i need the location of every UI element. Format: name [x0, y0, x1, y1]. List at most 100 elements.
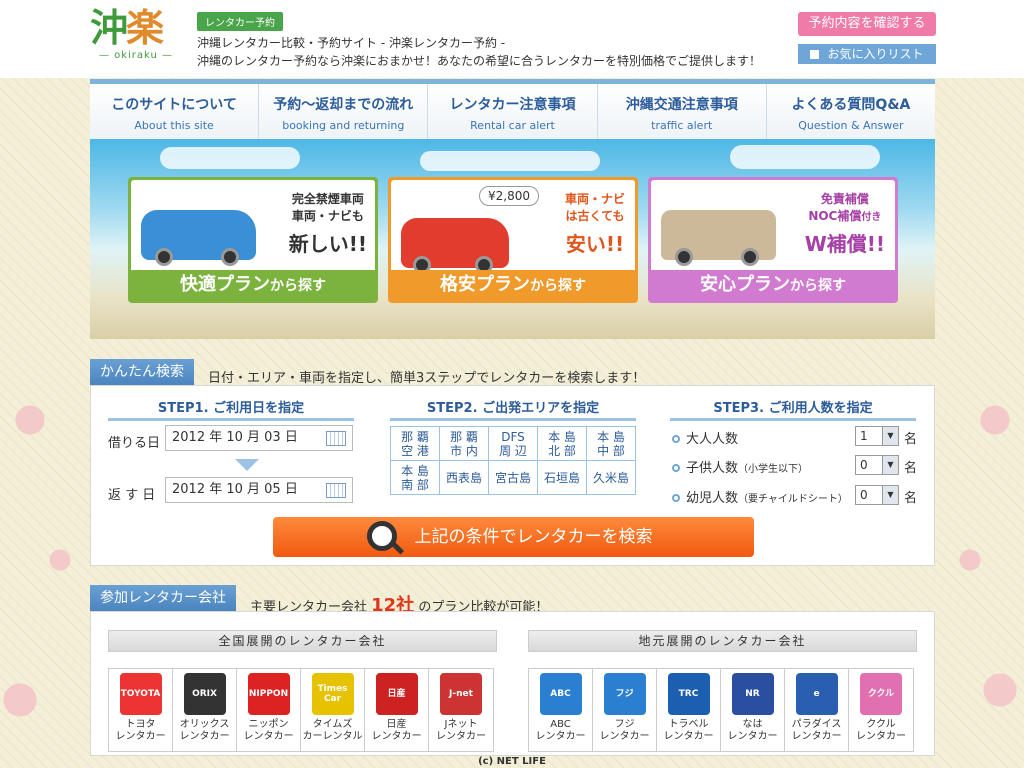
children-text: 子供人数: [686, 461, 739, 476]
national-company-4[interactable]: 日産 日産 レンタカー: [365, 669, 429, 751]
nav-item-traffic-alert[interactable]: 沖縄交通注意事項 traffic alert: [598, 84, 767, 139]
favorites-label: お気に入りリスト: [827, 47, 924, 61]
return-date-label: 返 す 日: [108, 488, 156, 503]
nav-item-faq[interactable]: よくある質問Q&A Question & Answer: [767, 84, 935, 139]
company-name: パラダイス レンタカー: [791, 719, 842, 742]
company-logo-icon: NR: [731, 673, 774, 715]
copyright: (c) NET LIFE: [478, 756, 546, 767]
unit-label: 名: [904, 461, 918, 476]
step1-heading: STEP1. ご利用日を指定: [108, 397, 354, 421]
local-company-1[interactable]: フジ フジ レンタカー: [593, 669, 657, 751]
company-logo-icon: ククル: [860, 673, 902, 715]
chevron-down-icon: ▼: [882, 427, 898, 445]
nav-item-label: よくある質問Q&A: [791, 97, 911, 113]
company-name: タイムズ カーレンタル: [302, 719, 363, 742]
national-company-3[interactable]: Times Car タイムズ カーレンタル: [301, 669, 365, 751]
nav-item-sublabel: About this site: [134, 119, 214, 132]
nav-item-flow[interactable]: 予約～返却までの流れ booking and returning: [259, 84, 429, 139]
area-ishigaki[interactable]: 石垣島: [537, 460, 587, 495]
company-logo-icon: NIPPON: [247, 673, 290, 715]
adults-value: 1: [860, 429, 868, 443]
favorites-button[interactable]: お気に入りリスト: [798, 44, 936, 64]
step3-heading: STEP3. ご利用人数を指定: [670, 397, 916, 421]
nav-item-label: 沖縄交通注意事項: [625, 97, 738, 113]
hero-banner: 完全禁煙車両 車両・ナビも 新しい!! 快適プランから探す ¥2,800 車両・…: [90, 139, 935, 339]
nav-item-about[interactable]: このサイトについて About this site: [90, 84, 260, 139]
company-name: なは レンタカー: [727, 719, 778, 742]
area-south[interactable]: 本 島 南 部: [390, 460, 440, 495]
nav-item-rental-alert[interactable]: レンタカー注意事項 Rental car alert: [428, 84, 598, 139]
plan-comfort-card[interactable]: 完全禁煙車両 車両・ナビも 新しい!! 快適プランから探す: [128, 177, 378, 303]
local-company-0[interactable]: ABC ABC レンタカー: [529, 669, 593, 751]
plan-line-2: 車両・ナビも: [291, 209, 364, 223]
plan-button-suffix: から探す: [270, 278, 326, 294]
bullet-icon: [672, 494, 680, 502]
adults-label: 大人人数: [672, 428, 738, 447]
local-company-4[interactable]: e パラダイス レンタカー: [785, 669, 849, 751]
calendar-icon[interactable]: [326, 483, 346, 498]
area-kume[interactable]: 久米島: [586, 460, 636, 495]
local-company-5[interactable]: ククルククル レンタカー: [849, 669, 913, 751]
infants-text: 幼児人数: [686, 491, 739, 506]
plan-button-label: 快適プラン: [180, 274, 270, 295]
infants-select[interactable]: 0 ▼: [855, 485, 899, 505]
search-icon: [367, 521, 397, 551]
local-company-3[interactable]: NR なは レンタカー: [721, 669, 785, 751]
national-company-2[interactable]: NIPPON ニッポン レンタカー: [237, 669, 301, 751]
site-logo[interactable]: 沖楽 — okiraku —: [90, 8, 182, 72]
site-header: 沖楽 — okiraku — レンタカー予約 沖縄レンタカー比較・予約サイト -…: [0, 0, 1024, 78]
return-date-value: 2012 年 10 月 05 日: [172, 482, 298, 497]
company-logo-icon: ABC: [539, 673, 582, 715]
tagline-2: 沖縄のレンタカー予約なら沖楽におまかせ！あなたの希望に合うレンタカーを特別価格で…: [197, 54, 762, 68]
company-logo-icon: TOYOTA: [119, 673, 162, 715]
company-logo-icon: J-net: [440, 673, 482, 715]
nav-item-sublabel: Rental car alert: [470, 119, 555, 132]
local-company-2[interactable]: TRC トラベル レンタカー: [657, 669, 721, 751]
chevron-down-icon: ▼: [882, 456, 898, 474]
plan-budget-button[interactable]: 格安プランから探す: [391, 270, 635, 300]
arrow-down-icon: [235, 459, 259, 471]
plan-budget-card[interactable]: ¥2,800 車両・ナビ は古くても 安い!! 格安プランから探す: [388, 177, 638, 303]
step2-heading: STEP2. ご出発エリアを指定: [390, 397, 636, 421]
company-name: ABC レンタカー: [535, 719, 586, 742]
plan-line-1: 完全禁煙車両: [291, 192, 364, 206]
area-miyako[interactable]: 宮古島: [488, 460, 538, 495]
area-iriomote[interactable]: 西表島: [439, 460, 489, 495]
company-name: ククル レンタカー: [856, 719, 906, 742]
children-select[interactable]: 0 ▼: [855, 455, 899, 475]
local-heading: 地元展開のレンタカー会社: [528, 630, 917, 652]
area-central[interactable]: 本 島 中 部: [586, 426, 636, 461]
calendar-icon[interactable]: [326, 431, 346, 446]
area-north[interactable]: 本 島 北 部: [537, 426, 587, 461]
plan-button-suffix: から探す: [790, 278, 846, 294]
search-button-label: 上記の条件でレンタカーを検索: [414, 527, 653, 547]
area-dfs[interactable]: DFS 周 辺: [488, 426, 538, 461]
checkbox-icon: [810, 50, 820, 59]
price-bubble: ¥2,800: [479, 186, 539, 206]
cloud-decoration: [160, 147, 300, 169]
logo-kanji-1: 沖: [90, 5, 128, 50]
return-date-field[interactable]: 2012 年 10 月 05 日: [165, 477, 353, 503]
plan-comfort-button[interactable]: 快適プランから探す: [131, 270, 375, 300]
pickup-date-field[interactable]: 2012 年 10 月 03 日: [165, 425, 353, 451]
national-company-1[interactable]: ORIX オリックス レンタカー: [173, 669, 237, 751]
confirm-booking-button[interactable]: 予約内容を確認する: [798, 12, 936, 36]
area-naha-airport[interactable]: 那 覇 空 港: [390, 426, 440, 461]
plan-safe-button[interactable]: 安心プランから探す: [651, 270, 895, 300]
company-logo-icon: ORIX: [183, 673, 226, 715]
car-image: [401, 218, 509, 274]
area-naha-city[interactable]: 那 覇 市 内: [439, 426, 489, 461]
plan-safe-card[interactable]: 免責補償 NOC補償付き W補償!! 安心プランから探す: [648, 177, 898, 303]
national-company-5[interactable]: J-net Jネット レンタカー: [429, 669, 493, 751]
plan-line-3: 安い!!: [565, 232, 625, 256]
national-company-0[interactable]: TOYOTA トヨタ レンタカー: [109, 669, 173, 751]
nav-item-sublabel: booking and returning: [282, 119, 405, 132]
company-name: フジ レンタカー: [599, 719, 650, 742]
nav-item-label: このサイトについて: [111, 97, 237, 113]
unit-label: 名: [904, 432, 918, 447]
search-button[interactable]: 上記の条件でレンタカーを検索: [273, 517, 754, 557]
adults-select[interactable]: 1 ▼: [855, 426, 899, 446]
infants-note: （要チャイルドシート）: [738, 494, 848, 505]
adults-text: 大人人数: [686, 432, 739, 447]
logo-roman: — okiraku —: [98, 50, 174, 61]
